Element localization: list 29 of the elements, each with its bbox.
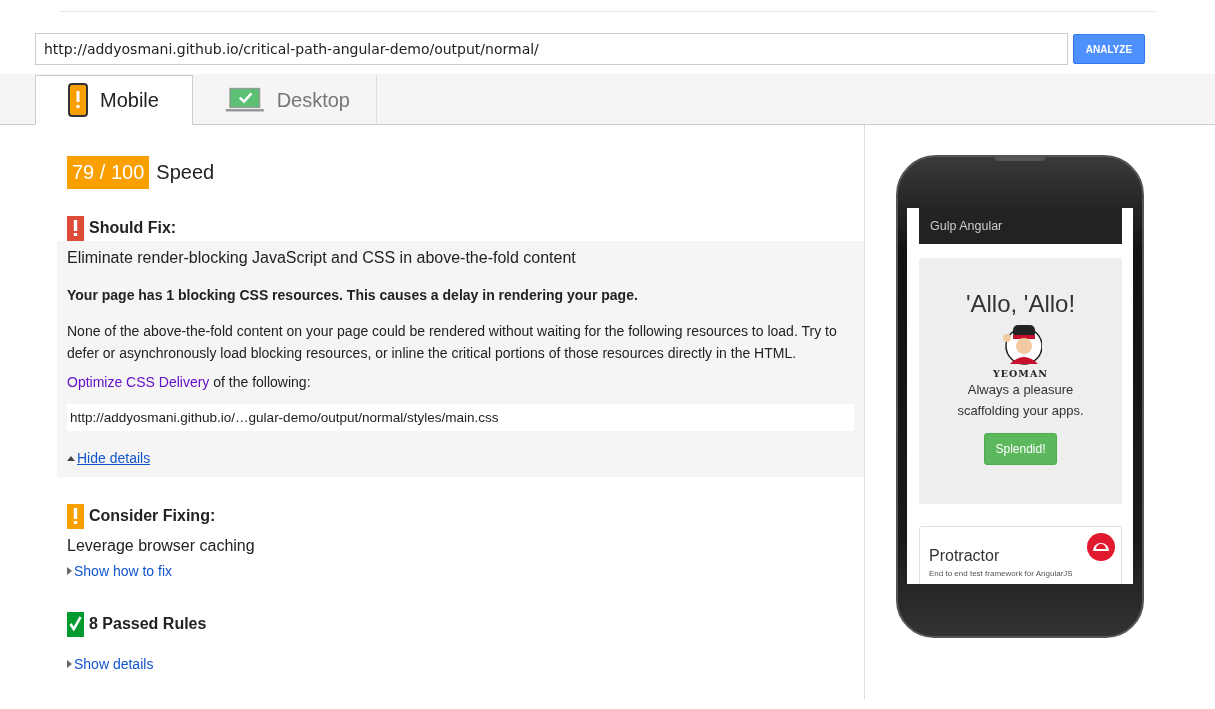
optimize-link[interactable]: Optimize CSS Delivery: [67, 374, 210, 390]
laptop-check-icon: [225, 85, 265, 115]
protractor-icon: [1086, 532, 1116, 562]
rule-summary: Your page has 1 blocking CSS resources. This causes a delay in rendering your page.: [67, 287, 639, 303]
rule-title: Leverage browser caching: [67, 536, 256, 555]
hide-details-link[interactable]: Hide details: [77, 450, 151, 466]
resource-url: http://addyosmani.github.io/…gular-demo/output/normal/styles/main.css: [67, 404, 854, 431]
section-heading: Should Fix:: [89, 219, 177, 237]
url-field[interactable]: http://addyosmani.github.io/critical-path-angular-demo/output/normal/: [35, 33, 1068, 65]
navbar-title: Gulp Angular: [930, 219, 1003, 233]
device-tab[interactable]: Desktop: [193, 75, 377, 125]
rule-title: Eliminate render-blocking JavaScript and CSS in above-the-fold content: [67, 248, 577, 267]
phone-icon: [68, 83, 88, 117]
hero-title: 'Allo, 'Allo!: [965, 290, 1076, 318]
warning-icon: [67, 503, 84, 529]
score-badge: 79 / 100: [67, 156, 150, 189]
section-heading: 8 Passed Rules: [89, 615, 207, 633]
logo-text: YEOMAN: [993, 368, 1048, 379]
show-details-link[interactable]: Show how to fix: [74, 563, 173, 579]
show-details-link[interactable]: Show details: [74, 656, 154, 672]
recommendation-text: Optimize CSS Delivery of the following:: [67, 374, 312, 390]
section-heading: Consider Fixing:: [89, 507, 216, 525]
score-label: Speed: [156, 161, 215, 184]
check-icon: [67, 611, 84, 637]
rule-description: None of the above-the-fold content on your page could be rendered without waiting for the following resources to load. Try to defer or asynchronously load blocking resources, or inline the critical portions of those resources directly in the HTML.: [67, 322, 838, 363]
device-tab[interactable]: Mobile: [35, 75, 193, 125]
card-title: Protractor: [929, 547, 1001, 565]
tagline: Always a pleasure scaffolding your apps.: [956, 381, 1085, 420]
card-text: End to end test framework for AngularJS: [929, 569, 1074, 578]
